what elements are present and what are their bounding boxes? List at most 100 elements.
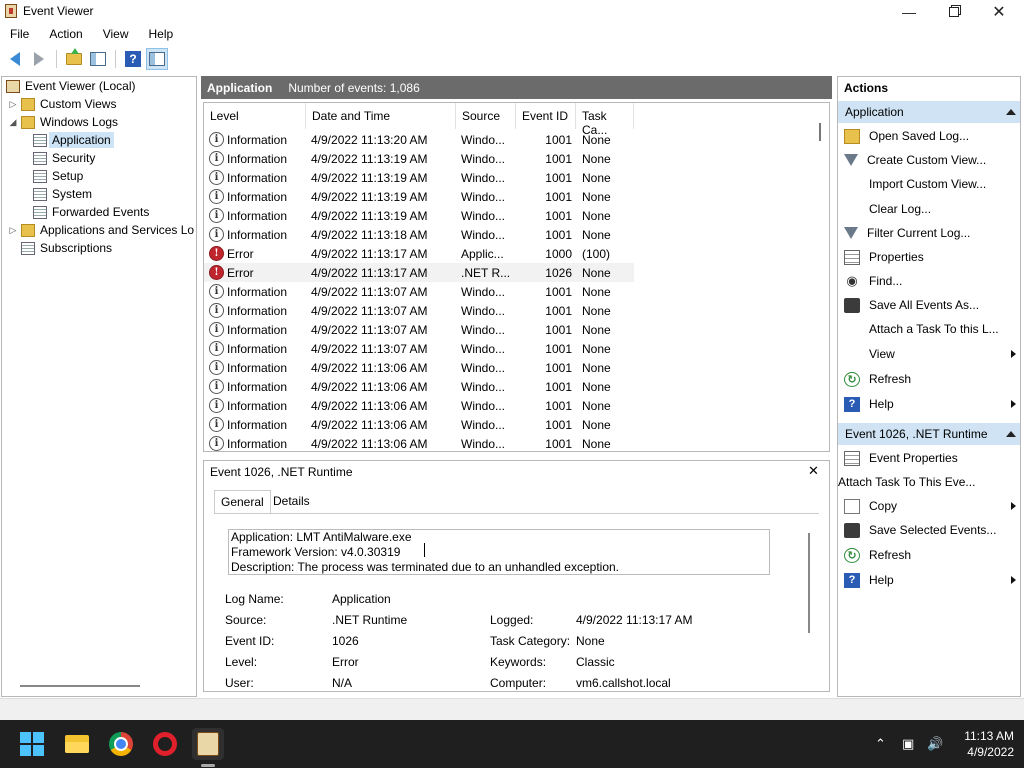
table-row[interactable]: i Information 4/9/2022 11:13:19 AM Windo...… bbox=[204, 168, 634, 187]
tree-item-app-services[interactable]: ▷ Applications and Services Lo bbox=[8, 221, 195, 239]
taskbar-file-explorer[interactable] bbox=[61, 728, 93, 760]
column-date-time[interactable]: Date and Time bbox=[306, 103, 456, 129]
cell-task-category: None bbox=[582, 303, 611, 318]
collapse-caret-icon[interactable] bbox=[1006, 431, 1016, 437]
volume-icon[interactable]: 🔊 bbox=[927, 736, 943, 752]
up-folder-button[interactable] bbox=[63, 48, 85, 70]
column-event-id[interactable]: Event ID bbox=[516, 103, 576, 129]
table-row[interactable]: i Information 4/9/2022 11:13:19 AM Windo...… bbox=[204, 187, 634, 206]
tree-item-subscriptions[interactable]: Subscriptions bbox=[18, 239, 112, 257]
log-header: Application Number of events: 1,086 bbox=[201, 76, 832, 99]
action-copy[interactable]: Copy bbox=[838, 495, 1020, 517]
action-help[interactable]: ? Help bbox=[838, 393, 1020, 415]
table-row[interactable]: i Information 4/9/2022 11:13:06 AM Windo...… bbox=[204, 396, 634, 415]
start-button[interactable] bbox=[16, 728, 48, 760]
tree-item-application[interactable]: Application bbox=[30, 131, 114, 149]
help-button[interactable]: ? bbox=[122, 48, 144, 70]
tab-details[interactable]: Details bbox=[267, 490, 316, 514]
tree-item-setup[interactable]: Setup bbox=[30, 167, 83, 185]
table-row[interactable]: i Information 4/9/2022 11:13:07 AM Windo...… bbox=[204, 282, 634, 301]
tree-item-security[interactable]: Security bbox=[30, 149, 95, 167]
menu-file[interactable]: File bbox=[0, 24, 39, 44]
collapse-icon[interactable]: ◢ bbox=[8, 117, 18, 128]
action-event-properties[interactable]: Event Properties bbox=[838, 447, 1020, 469]
table-row[interactable]: i Information 4/9/2022 11:13:18 AM Windo...… bbox=[204, 225, 634, 244]
menu-view[interactable]: View bbox=[93, 24, 139, 44]
action-create-custom-view[interactable]: Create Custom View... bbox=[838, 149, 1020, 171]
computer-label: Computer: bbox=[490, 676, 547, 690]
action-help[interactable]: ? Help bbox=[838, 569, 1020, 591]
action-view[interactable]: View bbox=[838, 343, 1020, 365]
action-properties[interactable]: Properties bbox=[838, 246, 1020, 268]
table-row[interactable]: i Information 4/9/2022 11:13:19 AM Windo...… bbox=[204, 149, 634, 168]
table-row[interactable]: i Information 4/9/2022 11:13:06 AM Windo...… bbox=[204, 358, 634, 377]
cell-source: Windo... bbox=[461, 151, 506, 166]
action-save-selected-events[interactable]: Save Selected Events... bbox=[838, 519, 1020, 541]
close-button[interactable]: ✕ bbox=[976, 0, 1022, 24]
show-hidden-icons-chevron[interactable]: ⌃ bbox=[875, 736, 886, 752]
table-row[interactable]: ! Error 4/9/2022 11:13:17 AM Applic... 1000 (… bbox=[204, 244, 634, 263]
log-icon bbox=[33, 151, 47, 165]
action-refresh[interactable]: ↻ Refresh bbox=[838, 544, 1020, 566]
tab-divider bbox=[214, 513, 819, 514]
table-row[interactable]: i Information 4/9/2022 11:13:07 AM Windo...… bbox=[204, 320, 634, 339]
table-row[interactable]: i Information 4/9/2022 11:13:06 AM Windo...… bbox=[204, 377, 634, 396]
action-find[interactable]: ◉ Find... bbox=[838, 270, 1020, 292]
cell-task-category: None bbox=[582, 265, 611, 280]
system-clock[interactable]: 11:13 AM 4/9/2022 bbox=[944, 728, 1014, 760]
tree-item-windows-logs[interactable]: ◢ Windows Logs bbox=[8, 113, 119, 131]
help-icon: ? bbox=[844, 396, 860, 412]
menu-action[interactable]: Action bbox=[39, 24, 92, 44]
menu-help[interactable]: Help bbox=[139, 24, 184, 44]
forward-button[interactable] bbox=[28, 48, 50, 70]
action-save-all-events-as[interactable]: Save All Events As... bbox=[838, 294, 1020, 316]
cell-level: i Information bbox=[204, 436, 306, 451]
action-attach-task-to-this-eve[interactable]: Attach Task To This Eve... bbox=[838, 471, 1020, 493]
detail-close-icon[interactable]: ✕ bbox=[808, 463, 819, 479]
action-label: Attach Task To This Eve... bbox=[838, 475, 976, 489]
action-refresh[interactable]: ↻ Refresh bbox=[838, 368, 1020, 390]
description-textbox[interactable]: Application: LMT AntiMalware.exe Framewo… bbox=[228, 529, 770, 575]
level-text: Information bbox=[227, 417, 288, 432]
network-icon[interactable]: ▣ bbox=[902, 736, 914, 752]
table-row[interactable]: ! Error 4/9/2022 11:13:17 AM .NET R... 1026 N… bbox=[204, 263, 634, 282]
cell-source: Windo... bbox=[461, 398, 506, 413]
table-row[interactable]: i Information 4/9/2022 11:13:20 AM Windo...… bbox=[204, 130, 634, 149]
taskbar-opera[interactable] bbox=[149, 728, 181, 760]
logged-label: Logged: bbox=[490, 613, 534, 627]
table-vertical-scrollbar[interactable] bbox=[819, 123, 821, 141]
column-source[interactable]: Source bbox=[456, 103, 516, 129]
column-level[interactable]: Level bbox=[204, 103, 306, 129]
actions-section-event[interactable]: Event 1026, .NET Runtime bbox=[838, 423, 1020, 445]
taskbar-event-viewer[interactable] bbox=[192, 728, 224, 760]
action-open-saved-log[interactable]: Open Saved Log... bbox=[838, 125, 1020, 147]
show-hide-tree-button[interactable] bbox=[87, 48, 109, 70]
table-row[interactable]: i Information 4/9/2022 11:13:06 AM Windo...… bbox=[204, 434, 634, 451]
table-row[interactable]: i Information 4/9/2022 11:13:07 AM Windo...… bbox=[204, 301, 634, 320]
table-row[interactable]: i Information 4/9/2022 11:13:19 AM Windo...… bbox=[204, 206, 634, 225]
taskbar-chrome[interactable] bbox=[105, 728, 137, 760]
action-clear-log[interactable]: Clear Log... bbox=[838, 198, 1020, 220]
actions-section-application[interactable]: Application bbox=[838, 101, 1020, 123]
tree-horizontal-scrollbar[interactable] bbox=[20, 685, 140, 687]
tree-item-custom-views[interactable]: ▷ Custom Views bbox=[8, 95, 117, 113]
tree-item-root[interactable]: Event Viewer (Local) bbox=[4, 77, 136, 95]
back-button[interactable] bbox=[4, 48, 26, 70]
tab-general[interactable]: General bbox=[214, 490, 271, 514]
tree-item-forwarded-events[interactable]: Forwarded Events bbox=[30, 203, 149, 221]
logged-value: 4/9/2022 11:13:17 AM bbox=[576, 613, 693, 627]
action-attach-a-task-to-this-l[interactable]: Attach a Task To this L... bbox=[838, 318, 1020, 340]
expand-icon[interactable]: ▷ bbox=[8, 225, 18, 236]
maximize-button[interactable] bbox=[931, 0, 977, 24]
collapse-caret-icon[interactable] bbox=[1006, 109, 1016, 115]
show-hide-action-pane-button[interactable] bbox=[146, 48, 168, 70]
expand-icon[interactable]: ▷ bbox=[8, 99, 18, 110]
action-filter-current-log[interactable]: Filter Current Log... bbox=[838, 222, 1020, 244]
tree-item-system[interactable]: System bbox=[30, 185, 92, 203]
table-row[interactable]: i Information 4/9/2022 11:13:06 AM Windo...… bbox=[204, 415, 634, 434]
action-import-custom-view[interactable]: Import Custom View... bbox=[838, 173, 1020, 195]
minimize-button[interactable]: — bbox=[886, 0, 932, 24]
table-row[interactable]: i Information 4/9/2022 11:13:07 AM Windo...… bbox=[204, 339, 634, 358]
detail-vertical-scrollbar[interactable] bbox=[808, 533, 810, 633]
column-task-category[interactable]: Task Ca... bbox=[576, 103, 634, 137]
